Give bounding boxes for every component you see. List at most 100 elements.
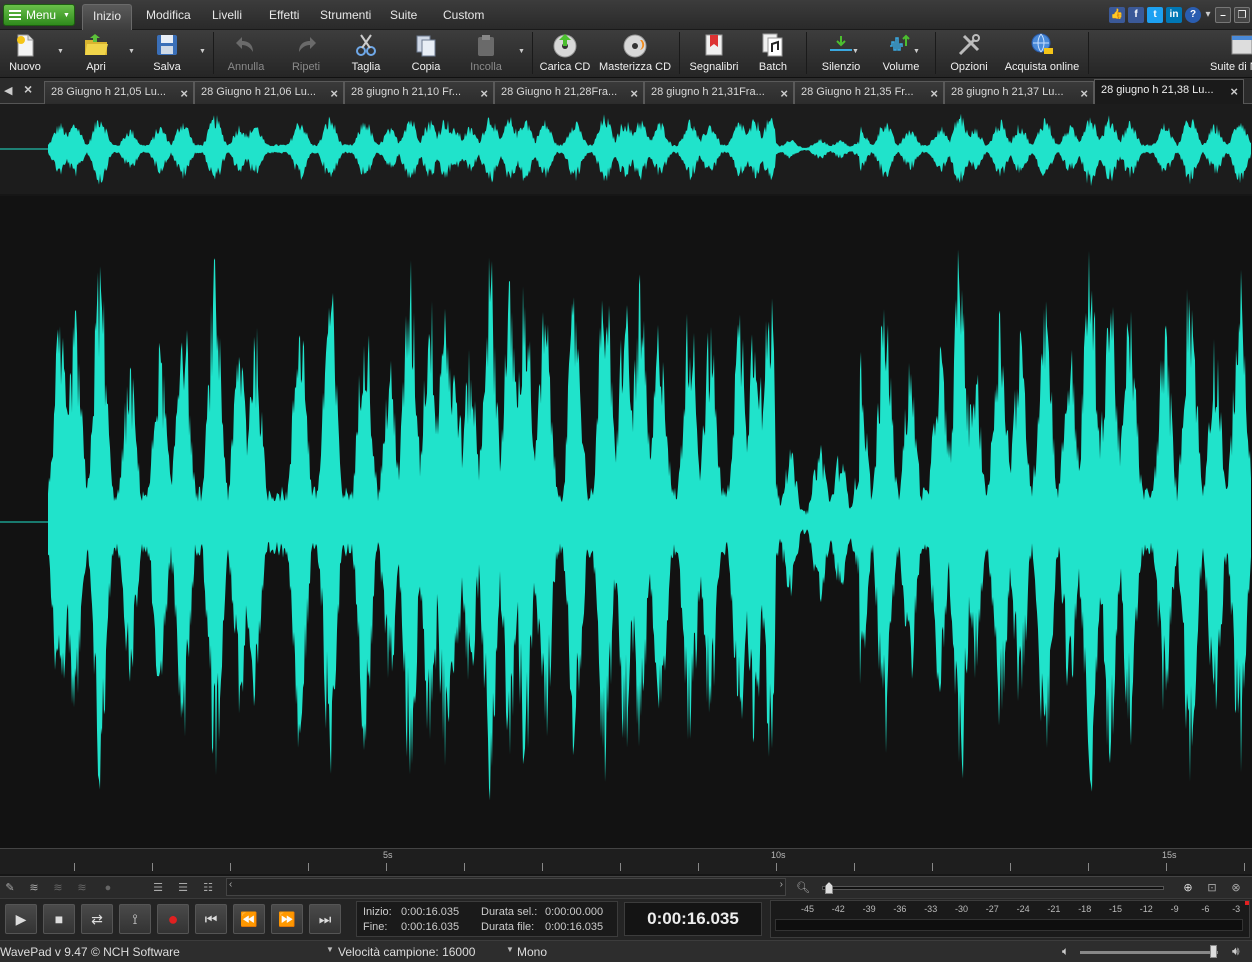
close-icon[interactable]: ×: [330, 86, 338, 101]
overview-waveform[interactable]: [0, 104, 1252, 194]
spectral-view-icon[interactable]: ≋: [50, 880, 66, 896]
carica-cd-button[interactable]: Carica CD: [536, 30, 594, 78]
apri-dropdown-icon[interactable]: ▼: [128, 48, 135, 55]
tab-strumenti[interactable]: Strumenti: [310, 4, 381, 30]
zoom-out-icon[interactable]: 🔍︎: [795, 880, 811, 896]
ripeti-button[interactable]: Ripeti: [282, 30, 330, 78]
file-tab-active[interactable]: 28 giugno h 21,38 Lu... ×: [1094, 79, 1244, 104]
taglia-button[interactable]: Taglia: [342, 30, 390, 78]
file-tab[interactable]: 28 giugno h 21,31Fra... ×: [644, 81, 794, 104]
tab-livelli[interactable]: Livelli: [202, 4, 252, 30]
file-tab[interactable]: 28 giugno h 21,37 Lu... ×: [944, 81, 1094, 104]
nuovo-button[interactable]: Nuovo: [2, 30, 48, 78]
silenzio-button[interactable]: Silenzio: [814, 30, 868, 78]
like-icon[interactable]: 👍: [1109, 7, 1125, 23]
scissors-icon: [356, 34, 376, 56]
facebook-icon[interactable]: f: [1128, 7, 1144, 23]
record-button[interactable]: ●: [157, 904, 189, 934]
file-tab[interactable]: 28 Giugno h 21,28Fra... ×: [494, 81, 644, 104]
chevron-down-icon[interactable]: ▼: [506, 945, 514, 954]
pencil-icon[interactable]: ✎: [2, 880, 18, 896]
ruler-label-15s: 15s: [1162, 850, 1177, 860]
restore-icon[interactable]: ❐: [1234, 7, 1250, 23]
main-waveform-view[interactable]: [0, 196, 1252, 848]
close-icon[interactable]: ×: [1230, 84, 1238, 99]
zoom-slider[interactable]: [822, 886, 1164, 890]
horizontal-scrollbar[interactable]: ‹ ›: [226, 878, 786, 896]
close-icon[interactable]: ×: [780, 86, 788, 101]
go-start-button[interactable]: ⏮: [195, 904, 227, 934]
master-volume-thumb[interactable]: [1210, 945, 1217, 958]
linkedin-icon[interactable]: in: [1166, 7, 1182, 23]
batch-button[interactable]: Batch: [748, 30, 798, 78]
incolla-dropdown-icon[interactable]: ▼: [518, 48, 525, 55]
master-volume-slider[interactable]: [1080, 951, 1218, 954]
scroll-right-icon[interactable]: ›: [780, 879, 783, 890]
ruler-tick: [386, 863, 387, 871]
sample-rate[interactable]: Velocità campione: 16000: [338, 945, 475, 959]
link-icon[interactable]: ●: [100, 880, 116, 896]
scrub-button[interactable]: ⟟: [119, 904, 151, 934]
copy-icon: [416, 35, 436, 57]
close-icon[interactable]: ×: [180, 86, 188, 101]
align-center-icon[interactable]: ☰: [175, 880, 191, 896]
copia-button[interactable]: Copia: [402, 30, 450, 78]
channel-mode[interactable]: Mono: [517, 945, 547, 959]
tab-inizio[interactable]: Inizio: [82, 4, 133, 30]
align-left-icon[interactable]: ☰: [150, 880, 166, 896]
annulla-button[interactable]: Annulla: [222, 30, 270, 78]
minimize-icon[interactable]: –: [1215, 7, 1231, 23]
fast-forward-button[interactable]: ⏩: [271, 904, 303, 934]
help-icon[interactable]: ?: [1185, 7, 1201, 23]
incolla-button[interactable]: Incolla: [460, 30, 512, 78]
waveform-view-icon[interactable]: ≋: [26, 880, 42, 896]
time-ruler[interactable]: 5s 10s 15s: [0, 848, 1252, 874]
close-icon[interactable]: ×: [930, 86, 938, 101]
go-end-button[interactable]: ⏭: [309, 904, 341, 934]
tab-modifica[interactable]: Modifica: [136, 4, 201, 30]
nuovo-dropdown-icon[interactable]: ▼: [57, 48, 64, 55]
current-time-display: 0:00:16.035: [624, 902, 762, 936]
twitter-icon[interactable]: t: [1147, 7, 1163, 23]
volume-button[interactable]: Volume: [872, 30, 930, 78]
volume-dropdown-icon[interactable]: ▼: [913, 48, 920, 55]
list-icon[interactable]: ☷: [200, 880, 216, 896]
segnalibri-button[interactable]: Segnalibri: [686, 30, 742, 78]
play-button[interactable]: ▶: [5, 904, 37, 934]
zoom-fit-icon[interactable]: ⊡: [1204, 880, 1220, 896]
tab-custom[interactable]: Custom: [433, 4, 494, 30]
stop-button[interactable]: ■: [43, 904, 75, 934]
close-icon[interactable]: ×: [24, 81, 32, 97]
close-icon[interactable]: ×: [630, 86, 638, 101]
scroll-left-icon[interactable]: ‹: [229, 879, 232, 890]
zoom-slider-thumb[interactable]: [825, 882, 833, 894]
acquista-online-button[interactable]: Acquista online: [1002, 30, 1082, 78]
close-icon[interactable]: ×: [480, 86, 488, 101]
tab-suite[interactable]: Suite: [380, 4, 427, 30]
silenzio-dropdown-icon[interactable]: ▼: [852, 48, 859, 55]
chevron-down-icon[interactable]: ▾: [1204, 7, 1212, 23]
scroll-left-icon[interactable]: ◀: [4, 84, 12, 97]
multi-view-icon[interactable]: ≋: [74, 880, 90, 896]
loop-button[interactable]: ⇄: [81, 904, 113, 934]
file-tab[interactable]: 28 Giugno h 21,06 Lu... ×: [194, 81, 344, 104]
file-tabs-bar: ◀ × 28 Giugno h 21,05 Lu... × 28 Giugno h…: [0, 78, 1252, 104]
main-menu-button[interactable]: Menu ▼: [3, 4, 75, 26]
salva-button[interactable]: Salva: [144, 30, 190, 78]
chevron-down-icon[interactable]: ▼: [326, 945, 334, 954]
tools-icon: [958, 34, 980, 56]
masterizza-cd-button[interactable]: Masterizza CD: [598, 30, 672, 78]
zoom-in-icon[interactable]: ⊕: [1180, 880, 1196, 896]
file-tab[interactable]: 28 Giugno h 21,35 Fr... ×: [794, 81, 944, 104]
ruler-label-5s: 5s: [383, 850, 393, 860]
suite-button[interactable]: Suite di N: [1204, 30, 1252, 78]
close-icon[interactable]: ×: [1080, 86, 1088, 101]
rewind-button[interactable]: ⏪: [233, 904, 265, 934]
tab-effetti[interactable]: Effetti: [259, 4, 309, 30]
file-tab[interactable]: 28 Giugno h 21,05 Lu... ×: [44, 81, 194, 104]
salva-dropdown-icon[interactable]: ▼: [199, 48, 206, 55]
apri-button[interactable]: Apri: [74, 30, 118, 78]
file-tab[interactable]: 28 giugno h 21,10 Fr... ×: [344, 81, 494, 104]
zoom-selection-icon[interactable]: ⊗: [1228, 880, 1244, 896]
opzioni-button[interactable]: Opzioni: [942, 30, 996, 78]
